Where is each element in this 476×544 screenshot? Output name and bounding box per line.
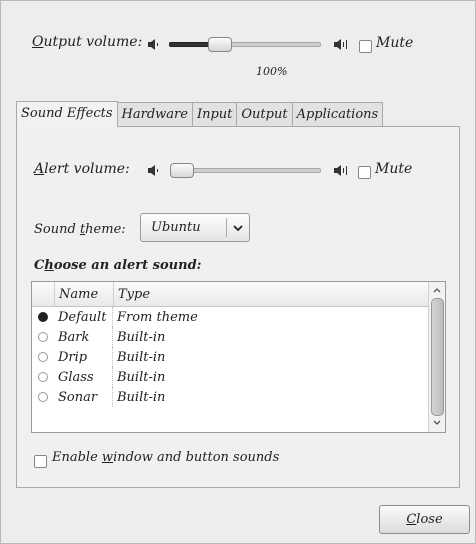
sound-radio-button[interactable]	[38, 352, 48, 362]
tab-output[interactable]: Output	[236, 102, 293, 126]
output-volume-slider[interactable]	[169, 37, 321, 52]
alert-mute-label: Mute	[375, 161, 413, 177]
output-mute-label: Mute	[376, 35, 414, 51]
sound-radio-button[interactable]	[38, 332, 48, 342]
sound-theme-label: Sound theme:	[34, 222, 126, 237]
tab-applications[interactable]: Applications	[291, 102, 384, 126]
list-header: Name Type	[32, 282, 445, 307]
sound-type: Built-in	[117, 349, 166, 365]
output-volume-row: Output volume:	[32, 34, 142, 50]
sound-name: Drip	[54, 347, 113, 367]
sound-theme-value: Ubuntu	[151, 220, 201, 235]
tab-hardware[interactable]: Hardware	[116, 102, 193, 126]
speaker-low-icon	[147, 39, 161, 50]
tab-bar: Sound Effects Hardware Input Output Applicat…	[16, 101, 384, 127]
column-header-type[interactable]: Type	[114, 287, 150, 302]
tab-sound-effects[interactable]: Sound Effects	[16, 101, 118, 127]
speaker-high-icon	[333, 39, 349, 50]
scroll-up-icon[interactable]	[429, 284, 445, 298]
close-button-label: Close	[406, 512, 443, 527]
list-item[interactable]: Default From theme	[32, 307, 445, 327]
output-volume-percent: 100%	[256, 65, 288, 78]
list-scrollbar[interactable]	[428, 282, 445, 432]
enable-window-sounds-checkbox[interactable]	[34, 455, 47, 468]
sound-radio-button[interactable]	[38, 392, 48, 402]
column-header-name[interactable]: Name	[55, 282, 114, 306]
alert-volume-slider-thumb[interactable]	[170, 163, 194, 178]
sound-type: Built-in	[117, 389, 166, 405]
tab-input[interactable]: Input	[191, 102, 238, 126]
scroll-down-icon[interactable]	[429, 416, 445, 430]
sound-effects-panel: Alert volume: Mute Sound theme: Ubuntu C…	[16, 126, 460, 488]
chevron-down-icon	[227, 221, 249, 235]
close-button[interactable]: Close	[379, 505, 470, 534]
list-item[interactable]: Sonar Built-in	[32, 387, 445, 407]
alert-volume-label: Alert volume:	[34, 161, 130, 177]
output-volume-label: Output volume:	[32, 34, 143, 50]
sound-name: Bark	[54, 327, 113, 347]
choose-alert-sound-label: Choose an alert sound:	[34, 258, 202, 273]
list-item[interactable]: Drip Built-in	[32, 347, 445, 367]
speaker-high-icon	[333, 165, 349, 176]
list-item[interactable]: Glass Built-in	[32, 367, 445, 387]
sound-preferences-window: Output volume: Mute 100% Sound Effects Ha…	[0, 0, 476, 544]
alert-sound-list[interactable]: Name Type Default From theme Bark Built-in D…	[31, 281, 446, 433]
list-item[interactable]: Bark Built-in	[32, 327, 445, 347]
sound-type: From theme	[117, 309, 198, 325]
sound-radio-button[interactable]	[38, 372, 48, 382]
alert-mute-checkbox[interactable]	[358, 166, 371, 179]
sound-name: Sonar	[54, 387, 113, 407]
sound-type: Built-in	[117, 369, 166, 385]
sound-type: Built-in	[117, 329, 166, 345]
speaker-low-icon	[147, 165, 161, 176]
output-volume-slider-thumb[interactable]	[208, 37, 232, 52]
output-mute-checkbox[interactable]	[359, 40, 372, 53]
sound-name: Default	[54, 307, 113, 327]
sound-radio-button[interactable]	[38, 312, 48, 322]
enable-window-sounds-label: Enable window and button sounds	[52, 450, 280, 465]
scrollbar-thumb[interactable]	[431, 298, 444, 416]
sound-theme-combo[interactable]: Ubuntu	[140, 213, 250, 242]
sound-name: Glass	[54, 367, 113, 387]
alert-volume-slider[interactable]	[170, 163, 321, 178]
